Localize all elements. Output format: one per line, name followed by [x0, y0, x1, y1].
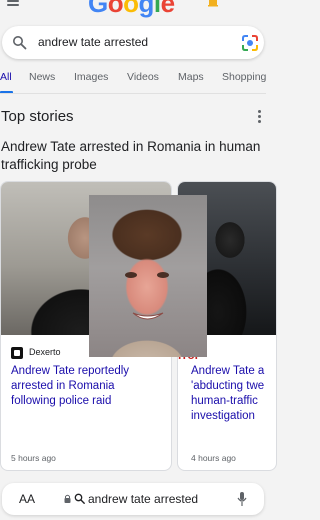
- logo-letter: g: [138, 0, 155, 18]
- webcam-overlay: [89, 195, 207, 357]
- tab-all[interactable]: All: [0, 71, 12, 83]
- search-box[interactable]: andrew tate arrested: [2, 26, 264, 59]
- search-icon: [74, 493, 85, 504]
- webcam-face-image: [125, 272, 169, 320]
- lock-icon: [64, 494, 71, 503]
- news-card-title[interactable]: Andrew Tate reportedly arrested in Roman…: [11, 364, 161, 409]
- logo-letter: o: [123, 0, 139, 18]
- search-tabs: All News Images Videos Maps Shopping: [0, 64, 266, 94]
- news-card-time: 5 hours ago: [11, 453, 56, 463]
- tab-shopping[interactable]: Shopping: [222, 71, 266, 83]
- search-input[interactable]: andrew tate arrested: [38, 35, 148, 49]
- logo-letter: e: [160, 0, 175, 18]
- google-logo[interactable]: Google: [88, 0, 175, 18]
- news-card-title[interactable]: Andrew Tate a 'abducting twe human-traff…: [191, 364, 276, 424]
- address-text[interactable]: andrew tate arrested: [88, 492, 198, 506]
- search-icon: [13, 36, 27, 50]
- top-bar: Google: [0, 0, 266, 24]
- tab-news[interactable]: News: [29, 71, 55, 83]
- dexerto-logo-icon: [11, 347, 23, 359]
- tab-maps[interactable]: Maps: [178, 71, 204, 83]
- hamburger-icon[interactable]: [7, 0, 19, 8]
- logo-letter: G: [88, 0, 108, 18]
- text-size-button[interactable]: AA: [19, 492, 35, 506]
- news-card-time: 4 hours ago: [191, 453, 236, 463]
- logo-letter: o: [107, 0, 124, 18]
- active-tab-indicator: [0, 91, 13, 93]
- section-title: Top stories: [1, 108, 74, 125]
- tab-images[interactable]: Images: [74, 71, 108, 83]
- camera-lens-icon[interactable]: [241, 34, 259, 52]
- more-options-icon[interactable]: [258, 110, 262, 123]
- source-name: Dexerto: [29, 347, 61, 357]
- tab-videos[interactable]: Videos: [127, 71, 159, 83]
- story-headline[interactable]: Andrew Tate arrested in Romania in human…: [1, 138, 265, 174]
- logo-letter: l: [153, 0, 161, 18]
- bell-icon[interactable]: [206, 0, 220, 8]
- browser-address-bar[interactable]: AA andrew tate arrested: [2, 483, 264, 515]
- microphone-icon[interactable]: [237, 491, 247, 507]
